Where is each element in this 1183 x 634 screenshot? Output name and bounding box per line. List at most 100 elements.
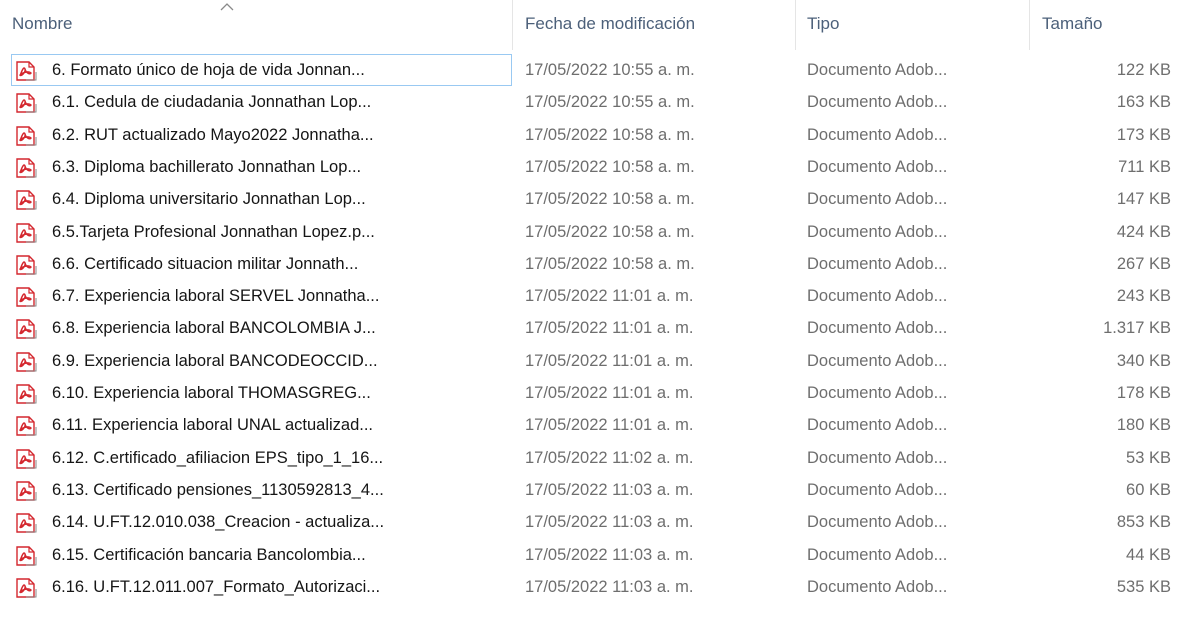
file-name: 6.5.Tarjeta Profesional Jonnathan Lopez.… bbox=[52, 222, 375, 241]
file-size: 44 KB bbox=[1126, 545, 1171, 564]
column-header-size[interactable]: Tamaño bbox=[1042, 0, 1102, 50]
file-size: 53 KB bbox=[1126, 448, 1171, 467]
pdf-file-icon bbox=[15, 125, 37, 147]
file-type: Documento Adob... bbox=[807, 545, 948, 564]
file-row[interactable]: 6.6. Certificado situacion militar Jonna… bbox=[0, 248, 1183, 281]
file-type: Documento Adob... bbox=[807, 254, 948, 273]
file-name: 6.16. U.FT.12.011.007_Formato_Autorizaci… bbox=[52, 577, 381, 596]
file-modified-date: 17/05/2022 11:02 a. m. bbox=[525, 448, 694, 467]
file-size: 163 KB bbox=[1116, 93, 1171, 112]
pdf-file-icon bbox=[15, 222, 37, 244]
file-modified-date: 17/05/2022 11:01 a. m. bbox=[525, 351, 694, 370]
file-modified-date: 17/05/2022 10:55 a. m. bbox=[525, 93, 695, 112]
file-row[interactable]: 6.1. Cedula de ciudadania Jonnathan Lop.… bbox=[0, 86, 1183, 119]
file-name: 6.10. Experiencia laboral THOMASGREG... bbox=[52, 384, 371, 402]
file-row[interactable]: 6.2. RUT actualizado Mayo2022 Jonnatha..… bbox=[0, 119, 1183, 152]
file-row[interactable]: 6.9. Experiencia laboral BANCODEOCCID...… bbox=[0, 345, 1183, 378]
file-size: 267 KB bbox=[1116, 254, 1171, 273]
pdf-file-icon bbox=[15, 480, 37, 502]
file-name: 6.2. RUT actualizado Mayo2022 Jonnatha..… bbox=[52, 125, 374, 144]
file-modified-date: 17/05/2022 11:03 a. m. bbox=[525, 545, 694, 564]
file-modified-date: 17/05/2022 11:01 a. m. bbox=[525, 319, 694, 338]
file-name: 6.4. Diploma universitario Jonnathan Lop… bbox=[52, 190, 366, 209]
file-name: 6.12. C.ertificado_afiliacion EPS_tipo_1… bbox=[52, 448, 384, 467]
pdf-file-icon bbox=[15, 448, 37, 470]
file-row[interactable]: 6.8. Experiencia laboral BANCOLOMBIA J..… bbox=[0, 312, 1183, 345]
column-header-bar: Nombre Fecha de modificación Tipo Tamaño bbox=[0, 0, 1183, 50]
pdf-file-icon bbox=[15, 189, 37, 211]
file-size: 1.317 KB bbox=[1103, 319, 1171, 338]
file-modified-date: 17/05/2022 10:55 a. m. bbox=[525, 61, 695, 79]
file-size: 535 KB bbox=[1116, 577, 1171, 596]
file-modified-date: 17/05/2022 11:03 a. m. bbox=[525, 513, 694, 532]
file-type: Documento Adob... bbox=[807, 577, 948, 596]
file-size: 180 KB bbox=[1116, 416, 1171, 435]
file-name: 6.7. Experiencia laboral SERVEL Jonnatha… bbox=[52, 287, 380, 306]
file-row[interactable]: 6.5.Tarjeta Profesional Jonnathan Lopez.… bbox=[0, 216, 1183, 249]
file-row[interactable]: 6.7. Experiencia laboral SERVEL Jonnatha… bbox=[0, 280, 1183, 313]
file-name: 6.6. Certificado situacion militar Jonna… bbox=[52, 254, 359, 273]
pdf-file-icon bbox=[15, 318, 37, 340]
file-modified-date: 17/05/2022 10:58 a. m. bbox=[525, 125, 695, 144]
column-divider[interactable] bbox=[512, 0, 513, 50]
file-modified-date: 17/05/2022 11:01 a. m. bbox=[525, 384, 694, 402]
file-modified-date: 17/05/2022 10:58 a. m. bbox=[525, 254, 695, 273]
pdf-file-icon bbox=[15, 157, 37, 179]
file-row[interactable]: 6. Formato único de hoja de vida Jonnan.… bbox=[0, 54, 1183, 87]
file-row[interactable]: 6.16. U.FT.12.011.007_Formato_Autorizaci… bbox=[0, 571, 1183, 604]
file-row[interactable]: 6.12. C.ertificado_afiliacion EPS_tipo_1… bbox=[0, 442, 1183, 475]
file-type: Documento Adob... bbox=[807, 448, 948, 467]
file-type: Documento Adob... bbox=[807, 222, 948, 241]
column-header-type[interactable]: Tipo bbox=[807, 0, 839, 50]
file-size: 711 KB bbox=[1118, 157, 1171, 176]
column-divider[interactable] bbox=[1029, 0, 1030, 50]
pdf-file-icon bbox=[15, 512, 37, 534]
file-name: 6.8. Experiencia laboral BANCOLOMBIA J..… bbox=[52, 319, 376, 338]
file-name: 6.11. Experiencia laboral UNAL actualiza… bbox=[52, 416, 374, 435]
file-modified-date: 17/05/2022 10:58 a. m. bbox=[525, 157, 695, 176]
file-row[interactable]: 6.3. Diploma bachillerato Jonnathan Lop.… bbox=[0, 151, 1183, 184]
file-size: 60 KB bbox=[1126, 480, 1171, 499]
pdf-file-icon bbox=[15, 351, 37, 373]
pdf-file-icon bbox=[15, 286, 37, 308]
file-modified-date: 17/05/2022 10:58 a. m. bbox=[525, 190, 695, 209]
column-divider[interactable] bbox=[795, 0, 796, 50]
file-row[interactable]: 6.10. Experiencia laboral THOMASGREG... 1… bbox=[0, 377, 1183, 410]
file-name: 6.3. Diploma bachillerato Jonnathan Lop.… bbox=[52, 157, 362, 176]
file-type: Documento Adob... bbox=[807, 190, 948, 209]
file-type: Documento Adob... bbox=[807, 61, 948, 79]
file-modified-date: 17/05/2022 11:03 a. m. bbox=[525, 577, 694, 596]
chevron-up-icon[interactable] bbox=[219, 2, 235, 12]
column-header-date[interactable]: Fecha de modificación bbox=[525, 0, 695, 50]
file-name: 6.15. Certificación bancaria Bancolombia… bbox=[52, 545, 366, 564]
file-name: 6.1. Cedula de ciudadania Jonnathan Lop.… bbox=[52, 93, 372, 112]
pdf-file-icon bbox=[15, 577, 37, 599]
file-type: Documento Adob... bbox=[807, 287, 948, 306]
file-name: 6.13. Certificado pensiones_1130592813_4… bbox=[52, 480, 384, 499]
file-row[interactable]: 6.13. Certificado pensiones_1130592813_4… bbox=[0, 474, 1183, 507]
file-size: 147 KB bbox=[1116, 190, 1171, 209]
file-type: Documento Adob... bbox=[807, 416, 948, 435]
pdf-file-icon bbox=[15, 60, 37, 82]
file-row[interactable]: 6.4. Diploma universitario Jonnathan Lop… bbox=[0, 183, 1183, 216]
file-row[interactable]: 6.15. Certificación bancaria Bancolombia… bbox=[0, 539, 1183, 572]
file-size: 340 KB bbox=[1116, 351, 1171, 370]
file-modified-date: 17/05/2022 11:01 a. m. bbox=[525, 416, 694, 435]
column-header-name[interactable]: Nombre bbox=[12, 0, 72, 50]
file-type: Documento Adob... bbox=[807, 319, 948, 338]
file-name: 6.9. Experiencia laboral BANCODEOCCID... bbox=[52, 351, 378, 370]
file-size: 178 KB bbox=[1116, 384, 1171, 402]
file-type: Documento Adob... bbox=[807, 125, 948, 144]
file-modified-date: 17/05/2022 10:58 a. m. bbox=[525, 222, 695, 241]
file-modified-date: 17/05/2022 11:01 a. m. bbox=[525, 287, 694, 306]
file-type: Documento Adob... bbox=[807, 351, 948, 370]
pdf-file-icon bbox=[15, 415, 37, 437]
pdf-file-icon bbox=[15, 545, 37, 567]
file-type: Documento Adob... bbox=[807, 157, 948, 176]
file-size: 853 KB bbox=[1116, 513, 1171, 532]
file-name: 6. Formato único de hoja de vida Jonnan.… bbox=[52, 61, 365, 79]
file-row[interactable]: 6.11. Experiencia laboral UNAL actualiza… bbox=[0, 409, 1183, 442]
file-size: 173 KB bbox=[1116, 125, 1171, 144]
file-type: Documento Adob... bbox=[807, 384, 948, 402]
file-row[interactable]: 6.14. U.FT.12.010.038_Creacion - actuali… bbox=[0, 506, 1183, 539]
